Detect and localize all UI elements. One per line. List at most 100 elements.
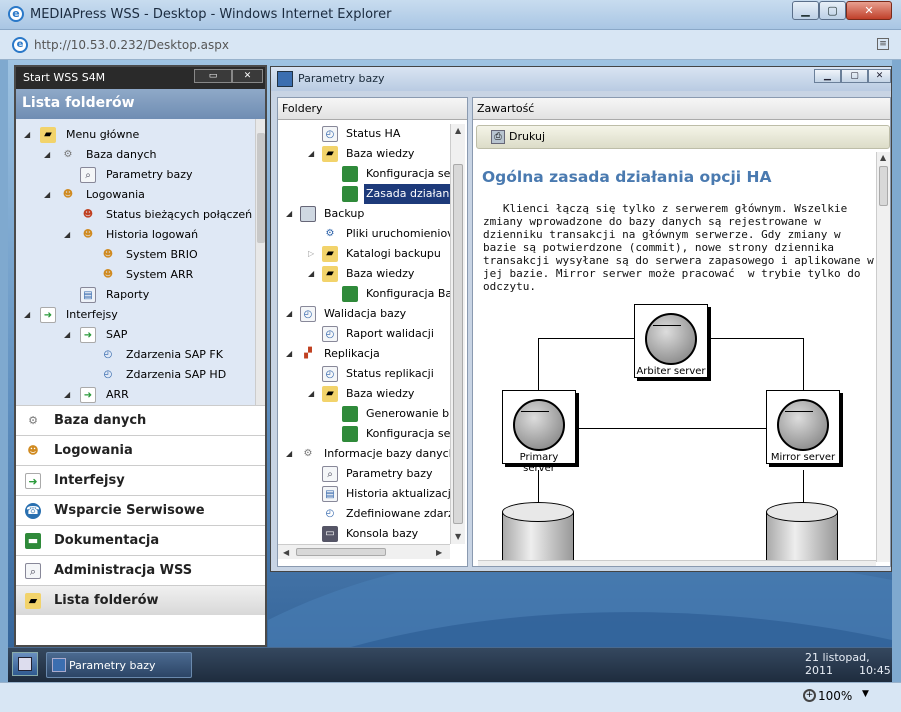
maximize-button[interactable]: ▢	[819, 1, 846, 20]
doc-icon: ◴	[322, 126, 338, 142]
users-icon: ☻	[27, 444, 39, 457]
nav-baza-danych[interactable]: ⚙ Baza danych	[16, 405, 265, 435]
support-icon: ☎	[25, 503, 41, 519]
folders-horizontal-scrollbar[interactable]: ◀ ▶	[278, 544, 450, 559]
window-minimize-button[interactable]: ▁	[814, 69, 841, 83]
expand-arrow-icon[interactable]: ◢	[24, 305, 32, 325]
connector-line	[803, 338, 804, 398]
folder-icon: ▰	[322, 246, 338, 262]
scroll-up-icon[interactable]: ▲	[880, 153, 886, 162]
scroll-up-icon[interactable]: ▲	[455, 126, 461, 135]
scroll-thumb[interactable]	[453, 164, 463, 524]
expand-arrow-icon[interactable]: ◢	[64, 385, 72, 405]
print-button[interactable]: Drukuj	[509, 130, 545, 143]
server-icon	[645, 313, 697, 365]
taskbar-window-button[interactable]: Parametry bazy	[46, 652, 192, 678]
server-icon	[513, 399, 565, 451]
window-title: Parametry bazy	[298, 72, 385, 85]
expand-arrow-icon[interactable]: ◢	[64, 225, 72, 245]
arbiter-server-node: Arbiter server	[634, 304, 708, 378]
users-icon: ☻	[102, 269, 114, 280]
nav-interfejsy[interactable]: ➜ Interfejsy	[16, 465, 265, 495]
folders-tree: ◴ Status HA ◢ ▰ Baza wiedzy Konfiguracja…	[278, 124, 450, 544]
primary-database-icon	[502, 502, 574, 562]
chevron-down-icon[interactable]: ▼	[862, 689, 869, 699]
content-horizontal-scrollbar[interactable]	[478, 560, 876, 566]
expand-arrow-icon[interactable]: ◢	[24, 125, 32, 145]
scroll-right-icon[interactable]: ▶	[436, 548, 442, 557]
window-maximize-button[interactable]: ▢	[841, 69, 868, 83]
folder-icon: ▰	[40, 127, 56, 143]
connector-line	[708, 338, 803, 339]
primary-server-label: Primary server	[519, 452, 559, 474]
book-icon	[342, 186, 358, 202]
expand-arrow-icon[interactable]: ◢	[308, 384, 316, 404]
navigation-menu: ⚙ Baza danych ☻ Logowania ➜ Interfejsy ☎…	[16, 405, 265, 645]
console-icon: ▭	[322, 526, 338, 542]
taskbar-window-label: Parametry bazy	[69, 659, 156, 672]
arrow-icon: ➜	[25, 473, 41, 489]
expand-arrow-icon[interactable]: ◢	[286, 344, 294, 364]
minimize-button[interactable]: ▁	[792, 1, 819, 20]
book-icon	[342, 406, 358, 422]
users-icon: ☻	[102, 249, 114, 260]
clock-icon: ◴	[103, 349, 113, 360]
folder-icon: ▰	[322, 146, 338, 162]
close-button[interactable]: ✕	[846, 1, 892, 20]
compat-view-icon[interactable]: ≡	[877, 38, 889, 50]
window-icon	[277, 71, 293, 87]
expand-arrow-icon[interactable]: ◢	[44, 185, 52, 205]
gear-icon: ⚙	[63, 149, 73, 160]
connector-line	[538, 338, 634, 339]
start-button[interactable]	[12, 652, 38, 676]
print-icon[interactable]: ⎙	[491, 130, 505, 144]
expand-arrow-icon[interactable]: ◢	[308, 144, 316, 164]
start-menu-icon	[18, 657, 32, 671]
expand-arrow-icon[interactable]: ◢	[286, 444, 294, 464]
clock-icon: ◴	[103, 369, 113, 380]
start-panel-close-button[interactable]: ✕	[232, 69, 263, 83]
start-panel-minimize-button[interactable]: ▭	[194, 69, 232, 83]
clock-time: 10:45	[859, 664, 891, 677]
user-icon: ☻	[82, 209, 94, 220]
nav-logowania[interactable]: ☻ Logowania	[16, 435, 265, 465]
expand-arrow-icon[interactable]: ◢	[286, 304, 294, 324]
nav-administracja-wss[interactable]: ⌕ Administracja WSS	[16, 555, 265, 585]
folder-icon: ▰	[322, 266, 338, 282]
nav-wsparcie-serwisowe[interactable]: ☎ Wsparcie Serwisowe	[16, 495, 265, 525]
arrow-icon: ➜	[80, 327, 96, 343]
collapsed-arrow-icon[interactable]: ▷	[308, 244, 316, 264]
scroll-thumb[interactable]	[257, 133, 265, 243]
scroll-left-icon[interactable]: ◀	[283, 548, 289, 557]
nav-dokumentacja[interactable]: ▬ Dokumentacja	[16, 525, 265, 555]
zoom-icon[interactable]: +	[803, 689, 816, 702]
settings-icon: ⌕	[80, 167, 96, 183]
arbiter-server-label: Arbiter server	[636, 366, 706, 377]
nav-lista-folderow[interactable]: ▰ Lista folderów	[16, 585, 265, 615]
scroll-thumb[interactable]	[879, 166, 888, 206]
scroll-thumb[interactable]	[296, 548, 386, 556]
replication-icon: ▞	[304, 348, 312, 359]
expand-arrow-icon[interactable]: ◢	[286, 204, 294, 224]
scroll-down-icon[interactable]: ▼	[455, 532, 461, 541]
page-icon: e	[12, 37, 28, 53]
folders-vertical-scrollbar[interactable]: ▲ ▼	[450, 124, 465, 544]
url-field[interactable]: http://10.53.0.232/Desktop.aspx	[34, 38, 229, 52]
settings-icon: ⌕	[25, 563, 41, 579]
browser-title: MEDIAPress WSS - Desktop - Windows Inter…	[30, 7, 392, 22]
content-vertical-scrollbar[interactable]: ▲	[876, 152, 890, 562]
connector-line	[576, 428, 766, 429]
folders-header: Foldery	[278, 98, 467, 120]
expand-arrow-icon[interactable]: ◢	[64, 325, 72, 345]
zoom-level[interactable]: 100%	[818, 689, 852, 703]
window-close-button[interactable]: ✕	[868, 69, 891, 83]
document-view: Ogólna zasada działania opcji HA Klienci…	[478, 152, 876, 562]
gear-icon: ⚙	[303, 448, 313, 459]
expand-arrow-icon[interactable]: ◢	[308, 264, 316, 284]
doc-icon: ▤	[322, 486, 338, 502]
report-icon: ▤	[80, 287, 96, 303]
arrow-icon: ➜	[80, 387, 96, 403]
window-icon	[52, 658, 66, 672]
window-titlebar[interactable]: Parametry bazy ▁ ▢ ✕	[271, 67, 891, 91]
expand-arrow-icon[interactable]: ◢	[44, 145, 52, 165]
